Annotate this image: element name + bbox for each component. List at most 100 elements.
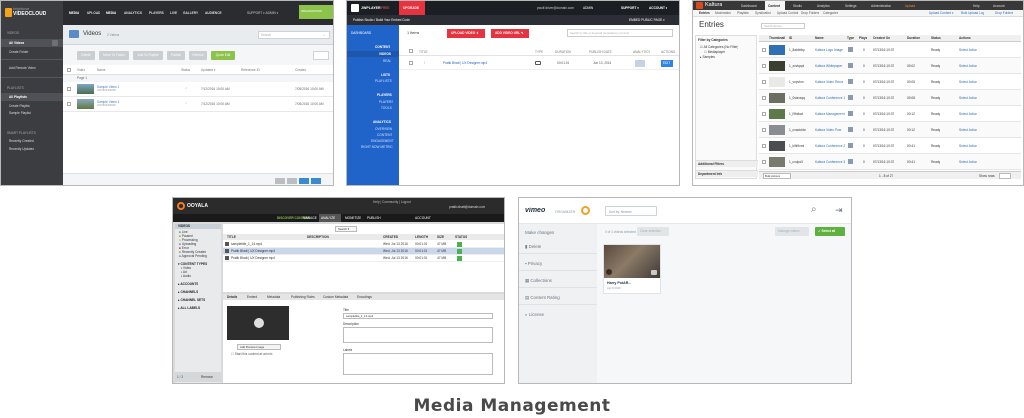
- view-toggle[interactable]: [313, 51, 329, 60]
- bulk-actions-select[interactable]: Bulk Actions: [763, 173, 791, 179]
- entry-name-link[interactable]: Kaltura Conference 1: [815, 96, 847, 100]
- tab-analytics[interactable]: Analytics: [817, 4, 830, 8]
- add-to-playlist-button[interactable]: Add To Playlist: [133, 51, 163, 60]
- table-row[interactable]: 1_l9fnlkwl Kaltura Management 0 07/13/16 10…: [759, 106, 1021, 122]
- action-privacy[interactable]: ▪ Privacy: [525, 261, 542, 267]
- sort-select[interactable]: Sort by: Newest: [605, 206, 657, 216]
- nav-live[interactable]: LIVE: [170, 11, 177, 15]
- sidebar-item-playlists[interactable]: PLAYLISTS: [375, 79, 392, 83]
- select-all-checkbox[interactable]: [409, 49, 413, 53]
- filter-approval-pending[interactable]: ■ Approval Pending: [179, 254, 207, 258]
- select-action-link[interactable]: Select Action: [959, 160, 977, 164]
- bulk-upload-log-link[interactable]: Bulk Upload Log: [961, 11, 984, 15]
- sidebar-item-tools[interactable]: TOOLS: [381, 106, 392, 110]
- select-action-link[interactable]: Select Action: [959, 112, 977, 116]
- tab-analyze[interactable]: ANALYZE: [319, 214, 341, 222]
- channel-sets-section[interactable]: ▸ CHANNEL SETS: [178, 298, 205, 302]
- select-action-link[interactable]: Select Action: [959, 48, 977, 52]
- tab-studio[interactable]: Studio: [793, 4, 802, 8]
- select-action-link[interactable]: Select Action: [959, 128, 977, 132]
- table-row[interactable]: ⋮ Pratik Bhatt | UX Designer.mp4 00:01:0…: [399, 57, 679, 70]
- search-input[interactable]: Search ⌕: [258, 31, 330, 39]
- sidebar-item-create-folder[interactable]: Create Folder: [9, 50, 29, 54]
- exit-icon[interactable]: ⇥: [835, 204, 843, 216]
- row-checkbox[interactable]: [762, 112, 766, 116]
- sidebar-item-right-now-metric[interactable]: RIGHT NOW METRIC: [361, 145, 393, 149]
- tab-details[interactable]: Details: [227, 295, 237, 299]
- tab-manage[interactable]: MANAGE: [303, 216, 317, 220]
- search-input[interactable]: Search Entries: [761, 23, 805, 29]
- tab-custom-metadata[interactable]: Custom Metadata: [323, 295, 348, 299]
- sidebar-item-sample-playlist[interactable]: Sample Playlist: [9, 111, 31, 115]
- sort-updated[interactable]: Updated ▾: [201, 68, 216, 72]
- title-input[interactable]: sampletitle_1_14.mp4: [343, 313, 493, 319]
- action-delete[interactable]: ▮ Delete: [525, 244, 541, 250]
- help-link[interactable]: Help: [973, 4, 980, 8]
- nav-audience[interactable]: AUDIENCE: [205, 11, 222, 15]
- entry-thumbnail[interactable]: [769, 157, 785, 167]
- tab-publish[interactable]: PUBLISH: [367, 216, 381, 220]
- quick-edit-button[interactable]: Quick Edit: [211, 51, 235, 60]
- current-page-button[interactable]: [299, 178, 309, 184]
- delete-button[interactable]: Delete: [77, 51, 95, 60]
- row-checkbox[interactable]: [762, 160, 766, 164]
- entry-thumbnail[interactable]: [769, 109, 785, 119]
- upload-link[interactable]: Upload: [905, 4, 915, 8]
- manage-videos-button[interactable]: Manage videos: [775, 227, 809, 236]
- table-row[interactable]: Pratik Bhatt | UX Designer.mp4 Wed, Jul 1…: [223, 248, 504, 255]
- next-page-button[interactable]: [311, 178, 321, 184]
- tab-monetize[interactable]: MONETIZE: [345, 216, 361, 220]
- search-icon[interactable]: ⌕: [811, 204, 817, 216]
- add-remote-video-link[interactable]: Add Remote Video: [9, 66, 36, 70]
- channels-section[interactable]: ▸ CHANNELS: [178, 290, 198, 294]
- entry-thumbnail[interactable]: [769, 93, 785, 103]
- sidebar-item-all-videos[interactable]: All Videos: [1, 39, 63, 47]
- rows-per-page-select[interactable]: [999, 173, 1011, 179]
- tab-publishing-rules[interactable]: Publishing Rules: [291, 295, 315, 299]
- admin-link[interactable]: ADMIN: [583, 6, 593, 10]
- entry-thumbnail[interactable]: [769, 125, 785, 135]
- search-button[interactable]: Search ▾: [335, 226, 357, 232]
- add-preview-image-button[interactable]: Add Preview Image: [237, 344, 281, 350]
- entry-thumbnail[interactable]: [769, 61, 785, 71]
- search-input[interactable]: Search by title or keyword (separate by …: [567, 29, 673, 37]
- videos-header[interactable]: VIDEOS: [175, 224, 221, 229]
- filter-mediaplayer[interactable]: ☐ Mediaplayer: [704, 50, 725, 54]
- drag-handle-icon[interactable]: ⋮: [423, 60, 426, 64]
- upload-content-link[interactable]: Upload Content ▾: [929, 11, 954, 15]
- tab-metadata[interactable]: Metadata: [267, 295, 280, 299]
- organization-badge[interactable]: ORGANIZATION: [299, 5, 333, 19]
- tab-encodings[interactable]: Encodings: [357, 295, 372, 299]
- sidebar-item-dashboard[interactable]: DASHBOARD: [351, 31, 371, 35]
- filter-samples[interactable]: ▸ Samples: [700, 55, 715, 59]
- play-icon[interactable]: [606, 269, 612, 275]
- sidebar-item-videos[interactable]: VIDEOS: [347, 51, 399, 57]
- support-menu[interactable]: SUPPORT ▾: [621, 6, 639, 10]
- row-checkbox[interactable]: [67, 87, 71, 91]
- row-checkbox[interactable]: [762, 96, 766, 100]
- entry-name-link[interactable]: Kaltura Video Pow: [815, 128, 847, 132]
- table-row[interactable]: 1_kifk9xml Kaltura Conference 2 0 07/13/16 …: [759, 138, 1021, 154]
- nav-media-active[interactable]: MEDIA: [106, 11, 116, 15]
- table-row[interactable]: 1_0slzvxqq Kaltura Conference 1 0 07/13/16 …: [759, 90, 1021, 106]
- embed-public-page-link[interactable]: EMBED PUBLIC PAGE ▾: [629, 18, 665, 22]
- accounts-section[interactable]: ▸ ACCOUNTS: [178, 282, 198, 286]
- entry-name-link[interactable]: Kaltura Conference 3: [815, 160, 847, 164]
- move-to-folder-button[interactable]: Move To Folder: [99, 51, 129, 60]
- action-license[interactable]: ◐ License: [525, 312, 544, 318]
- sidebar-item-content[interactable]: CONTENT: [377, 133, 392, 137]
- nav-players[interactable]: PLAYERS: [149, 11, 164, 15]
- upgrade-button[interactable]: UPGRADE: [399, 1, 425, 15]
- subtab-syndication[interactable]: Syndication: [755, 11, 771, 15]
- video-title-link[interactable]: Pratik Bhatt | UX Designer.mp4: [443, 61, 487, 65]
- upload-video-button[interactable]: UPLOAD VIDEO ⬆: [447, 29, 485, 38]
- sidebar-item-players[interactable]: PLAYERS: [379, 100, 393, 104]
- analytics-icon[interactable]: [635, 60, 645, 67]
- entry-thumbnail[interactable]: [769, 45, 785, 55]
- sidebar-item-recently-updated[interactable]: Recently Updated: [9, 147, 34, 151]
- prev-page-button[interactable]: [287, 178, 297, 184]
- entry-name-link[interactable]: Kaltura Logo Image: [815, 48, 847, 52]
- select-all-checkbox[interactable]: [67, 68, 71, 72]
- edit-button[interactable]: EDIT: [661, 60, 673, 67]
- select-action-link[interactable]: Select Action: [959, 96, 977, 100]
